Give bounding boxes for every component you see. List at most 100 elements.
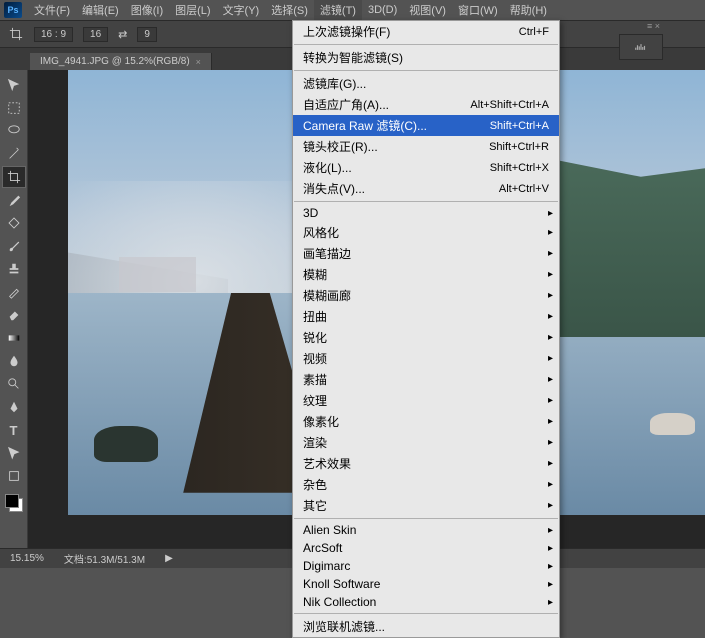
menu-item-label: 扭曲 (303, 308, 327, 325)
menu-type[interactable]: 文字(Y) (217, 0, 266, 20)
menu-help[interactable]: 帮助(H) (504, 0, 553, 20)
ratio-preset[interactable]: 16 : 9 (34, 27, 73, 42)
filter-menu-item-23[interactable]: Alien Skin (293, 521, 559, 539)
menu-filter[interactable]: 滤镜(T) (314, 0, 362, 20)
pen-tool[interactable] (2, 396, 26, 418)
document-tab[interactable]: IMG_4941.JPG @ 15.2%(RGB/8) × (30, 53, 212, 70)
menu-item-label: 模糊 (303, 266, 327, 283)
menu-layer[interactable]: 图层(L) (169, 0, 216, 20)
menu-separator (294, 44, 558, 45)
menu-item-label: 纹理 (303, 392, 327, 409)
menu-item-shortcut: Alt+Shift+Ctrl+A (470, 99, 549, 111)
filter-menu-item-17[interactable]: 纹理 (293, 390, 559, 411)
image-buildings (119, 257, 196, 293)
wand-tool[interactable] (2, 143, 26, 165)
filter-menu-dropdown: 上次滤镜操作(F)Ctrl+F 转换为智能滤镜(S) 滤镜库(G)... 自适应广角(… (292, 20, 560, 638)
filter-menu-item-6[interactable]: 液化(L)...Shift+Ctrl+X (293, 157, 559, 178)
menu-item-label: 渲染 (303, 434, 327, 451)
status-arrow-icon[interactable]: ▶ (165, 553, 173, 564)
menu-item-label: 其它 (303, 497, 327, 514)
history-brush-tool[interactable] (2, 281, 26, 303)
filter-menu-item-28[interactable]: 浏览联机滤镜... (293, 616, 559, 637)
filter-menu-item-1[interactable]: 转换为智能滤镜(S) (293, 47, 559, 68)
filter-menu-item-21[interactable]: 杂色 (293, 474, 559, 495)
toolbox: T (0, 70, 28, 548)
crop-tool[interactable] (2, 166, 26, 188)
gradient-tool[interactable] (2, 327, 26, 349)
filter-menu-item-3[interactable]: 自适应广角(A)... Alt+Shift+Ctrl+A (293, 94, 559, 115)
filter-menu-item-4[interactable]: Camera Raw 滤镜(C)... Shift+Ctrl+A (293, 115, 559, 136)
filter-menu-item-15[interactable]: 视频 (293, 348, 559, 369)
filter-menu-item-14[interactable]: 锐化 (293, 327, 559, 348)
filter-menu-item-20[interactable]: 艺术效果 (293, 453, 559, 474)
zoom-level[interactable]: 15.15% (10, 553, 44, 564)
menu-select[interactable]: 选择(S) (265, 0, 314, 20)
menu-item-shortcut: Shift+Ctrl+A (490, 120, 549, 132)
menu-item-label: Alien Skin (303, 523, 356, 537)
ratio-h[interactable]: 9 (137, 27, 157, 42)
menu-item-label: 3D (303, 206, 318, 220)
filter-menu-item-5[interactable]: 镜头校正(R)... Shift+Ctrl+R (293, 136, 559, 157)
crop-tool-icon[interactable] (8, 26, 24, 42)
menu-separator (294, 70, 558, 71)
menu-3d[interactable]: 3D(D) (362, 2, 403, 18)
filter-menu-item-11[interactable]: 模糊 (293, 264, 559, 285)
type-tool[interactable]: T (2, 419, 26, 441)
shape-tool[interactable] (2, 465, 26, 487)
color-swatches[interactable] (5, 494, 23, 512)
filter-menu-item-16[interactable]: 素描 (293, 369, 559, 390)
menu-item-label: 模糊画廊 (303, 287, 351, 304)
menu-item-label: 滤镜库(G)... (303, 75, 366, 92)
eyedropper-tool[interactable] (2, 189, 26, 211)
menu-item-label: Camera Raw 滤镜(C)... (303, 117, 427, 134)
filter-menu-item-24[interactable]: ArcSoft (293, 539, 559, 557)
filter-menu-item-8[interactable]: 3D (293, 204, 559, 222)
filter-menu-item-27[interactable]: Nik Collection (293, 593, 559, 611)
image-boat2 (650, 413, 695, 435)
filter-menu-item-12[interactable]: 模糊画廊 (293, 285, 559, 306)
menu-item-label: 镜头校正(R)... (303, 138, 378, 155)
menu-item-shortcut: Shift+Ctrl+R (489, 141, 549, 153)
stamp-tool[interactable] (2, 258, 26, 280)
filter-menu-item-7[interactable]: 消失点(V)... Alt+Ctrl+V (293, 178, 559, 199)
filter-menu-item-9[interactable]: 风格化 (293, 222, 559, 243)
filter-menu-item-2[interactable]: 滤镜库(G)... (293, 73, 559, 94)
app-logo: Ps (4, 2, 22, 18)
lasso-tool[interactable] (2, 120, 26, 142)
filter-menu-item-0[interactable]: 上次滤镜操作(F)Ctrl+F (293, 21, 559, 42)
move-tool[interactable] (2, 74, 26, 96)
filter-menu-item-18[interactable]: 像素化 (293, 411, 559, 432)
document-tab-title: IMG_4941.JPG @ 15.2%(RGB/8) (40, 56, 190, 67)
filter-menu-item-26[interactable]: Knoll Software (293, 575, 559, 593)
dodge-tool[interactable] (2, 373, 26, 395)
image-boat (94, 426, 158, 462)
menu-item-label: 消失点(V)... (303, 180, 365, 197)
menu-image[interactable]: 图像(I) (125, 0, 169, 20)
eraser-tool[interactable] (2, 304, 26, 326)
menu-separator (294, 613, 558, 614)
path-tool[interactable] (2, 442, 26, 464)
menu-item-label: 自适应广角(A)... (303, 96, 389, 113)
menu-window[interactable]: 窗口(W) (452, 0, 504, 20)
filter-menu-item-25[interactable]: Digimarc (293, 557, 559, 575)
menu-item-label: 转换为智能滤镜(S) (303, 49, 403, 66)
menu-file[interactable]: 文件(F) (28, 0, 76, 20)
menu-item-shortcut: Alt+Ctrl+V (499, 183, 549, 195)
swap-icon[interactable]: ⇄ (118, 28, 127, 41)
filter-menu-item-22[interactable]: 其它 (293, 495, 559, 516)
blur-tool[interactable] (2, 350, 26, 372)
filter-menu-item-10[interactable]: 画笔描边 (293, 243, 559, 264)
ratio-w[interactable]: 16 (83, 27, 108, 42)
close-tab-icon[interactable]: × (196, 57, 201, 67)
histogram-panel-icon[interactable] (619, 34, 663, 60)
marquee-tool[interactable] (2, 97, 26, 119)
healing-tool[interactable] (2, 212, 26, 234)
menu-item-shortcut: Ctrl+F (519, 26, 549, 38)
brush-tool[interactable] (2, 235, 26, 257)
menu-item-label: 画笔描边 (303, 245, 351, 262)
menu-view[interactable]: 视图(V) (403, 0, 452, 20)
filter-menu-item-19[interactable]: 渲染 (293, 432, 559, 453)
doc-size: 文档:51.3M/51.3M (64, 551, 145, 566)
filter-menu-item-13[interactable]: 扭曲 (293, 306, 559, 327)
menu-edit[interactable]: 编辑(E) (76, 0, 125, 20)
